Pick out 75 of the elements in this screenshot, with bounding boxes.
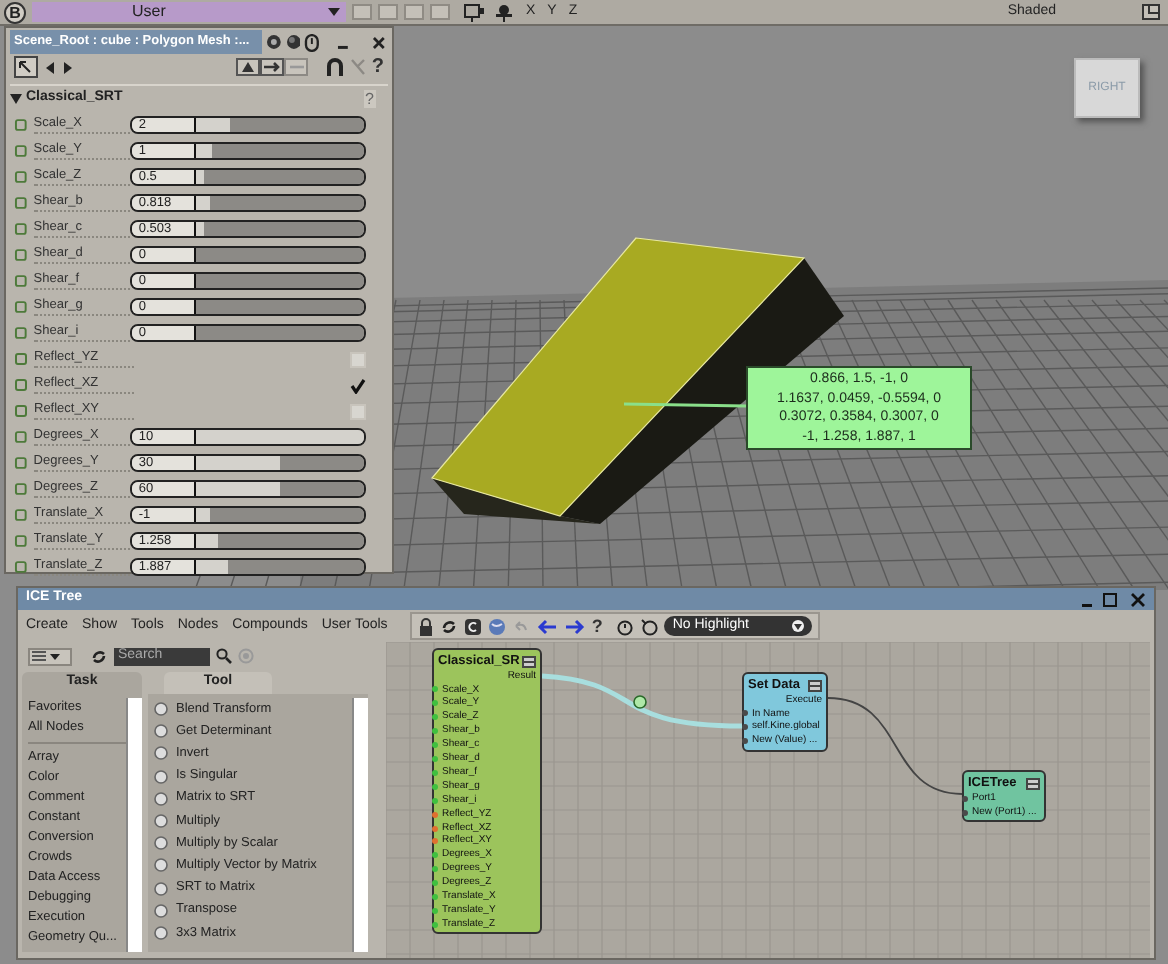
scrollbar[interactable]: [126, 698, 142, 952]
maximize-icon[interactable]: [1102, 591, 1118, 607]
collapse-icon[interactable]: [808, 679, 822, 691]
leader-line: [623, 402, 747, 408]
caret-icon: [50, 653, 60, 659]
left-arrow-icon[interactable]: [535, 617, 558, 635]
node-icon: [154, 925, 168, 940]
undo-icon: [511, 617, 530, 635]
node-icon: [154, 858, 168, 873]
refresh-icon[interactable]: [90, 647, 108, 665]
timer-icon[interactable]: [640, 617, 659, 635]
animation-key-icon[interactable]: [14, 300, 28, 314]
scene-icon[interactable]: [285, 34, 301, 50]
animation-key-icon[interactable]: [14, 248, 28, 262]
animation-key-icon[interactable]: [14, 196, 28, 210]
animation-key-icon[interactable]: [14, 222, 28, 236]
animation-key-icon[interactable]: [14, 404, 28, 418]
animation-key-icon[interactable]: [14, 534, 28, 548]
forward-arrow-icon[interactable]: [60, 59, 74, 75]
node-icon: [154, 836, 168, 851]
node-icon: [154, 903, 168, 918]
dropdown-value: User: [132, 2, 166, 22]
monitor-icon[interactable]: [464, 3, 484, 21]
connection-marker-icon[interactable]: [633, 695, 647, 709]
back-arrow-icon[interactable]: [44, 59, 58, 75]
view-dropdown[interactable]: [28, 647, 72, 665]
node-icon: [154, 881, 168, 896]
animation-key-icon[interactable]: [14, 274, 28, 288]
collapse-icon[interactable]: [522, 655, 536, 667]
caret-icon: [792, 620, 805, 632]
clear-search-icon[interactable]: [238, 648, 254, 664]
close-icon[interactable]: [370, 33, 389, 51]
animation-key-icon[interactable]: [14, 170, 28, 184]
lock-icon[interactable]: [304, 33, 321, 51]
help-button[interactable]: ?: [371, 57, 384, 77]
animation-key-icon[interactable]: [14, 378, 28, 392]
compound-icon[interactable]: [463, 617, 482, 635]
maximize-icon[interactable]: [1142, 4, 1160, 20]
list-icon: [32, 650, 46, 662]
sphere-icon[interactable]: [265, 34, 282, 50]
stopwatch-icon[interactable]: [616, 617, 635, 635]
close-icon[interactable]: [1130, 591, 1146, 607]
animation-key-icon[interactable]: [14, 560, 28, 574]
app-logo[interactable]: B: [4, 1, 26, 23]
node-icon: [154, 702, 168, 717]
select-tool-icon[interactable]: [14, 56, 38, 78]
magnet-icon[interactable]: [325, 58, 344, 76]
connection-line[interactable]: [827, 697, 963, 795]
animation-key-icon[interactable]: [14, 144, 28, 158]
expand-caret-icon[interactable]: [10, 93, 22, 103]
animation-key-icon[interactable]: [14, 118, 28, 132]
node-canvas[interactable]: [386, 642, 1150, 958]
search-icon[interactable]: [216, 648, 232, 664]
node-icon: [154, 791, 168, 806]
figure-icon[interactable]: [494, 3, 514, 21]
caret-icon: [328, 8, 340, 16]
animation-key-icon[interactable]: [14, 430, 28, 444]
help-button[interactable]: ?: [591, 617, 603, 635]
animation-key-icon[interactable]: [14, 352, 28, 366]
node-icon: [154, 769, 168, 784]
node-icon: [154, 746, 168, 761]
node-icon: [154, 724, 168, 739]
animation-key-icon[interactable]: [14, 482, 28, 496]
node-icon: [154, 814, 168, 829]
collapse-icon[interactable]: [1026, 777, 1040, 789]
scrollbar[interactable]: [352, 698, 368, 952]
animation-key-icon[interactable]: [14, 456, 28, 470]
checkbox[interactable]: [350, 377, 366, 393]
animation-key-icon[interactable]: [14, 326, 28, 340]
lock-icon[interactable]: [417, 617, 434, 635]
layout-dropdown[interactable]: User: [32, 2, 346, 22]
animation-key-icon[interactable]: [14, 508, 28, 522]
refresh-icon[interactable]: [439, 617, 458, 635]
view-toggle-icons[interactable]: [235, 58, 308, 76]
right-arrow-icon[interactable]: [563, 617, 586, 635]
